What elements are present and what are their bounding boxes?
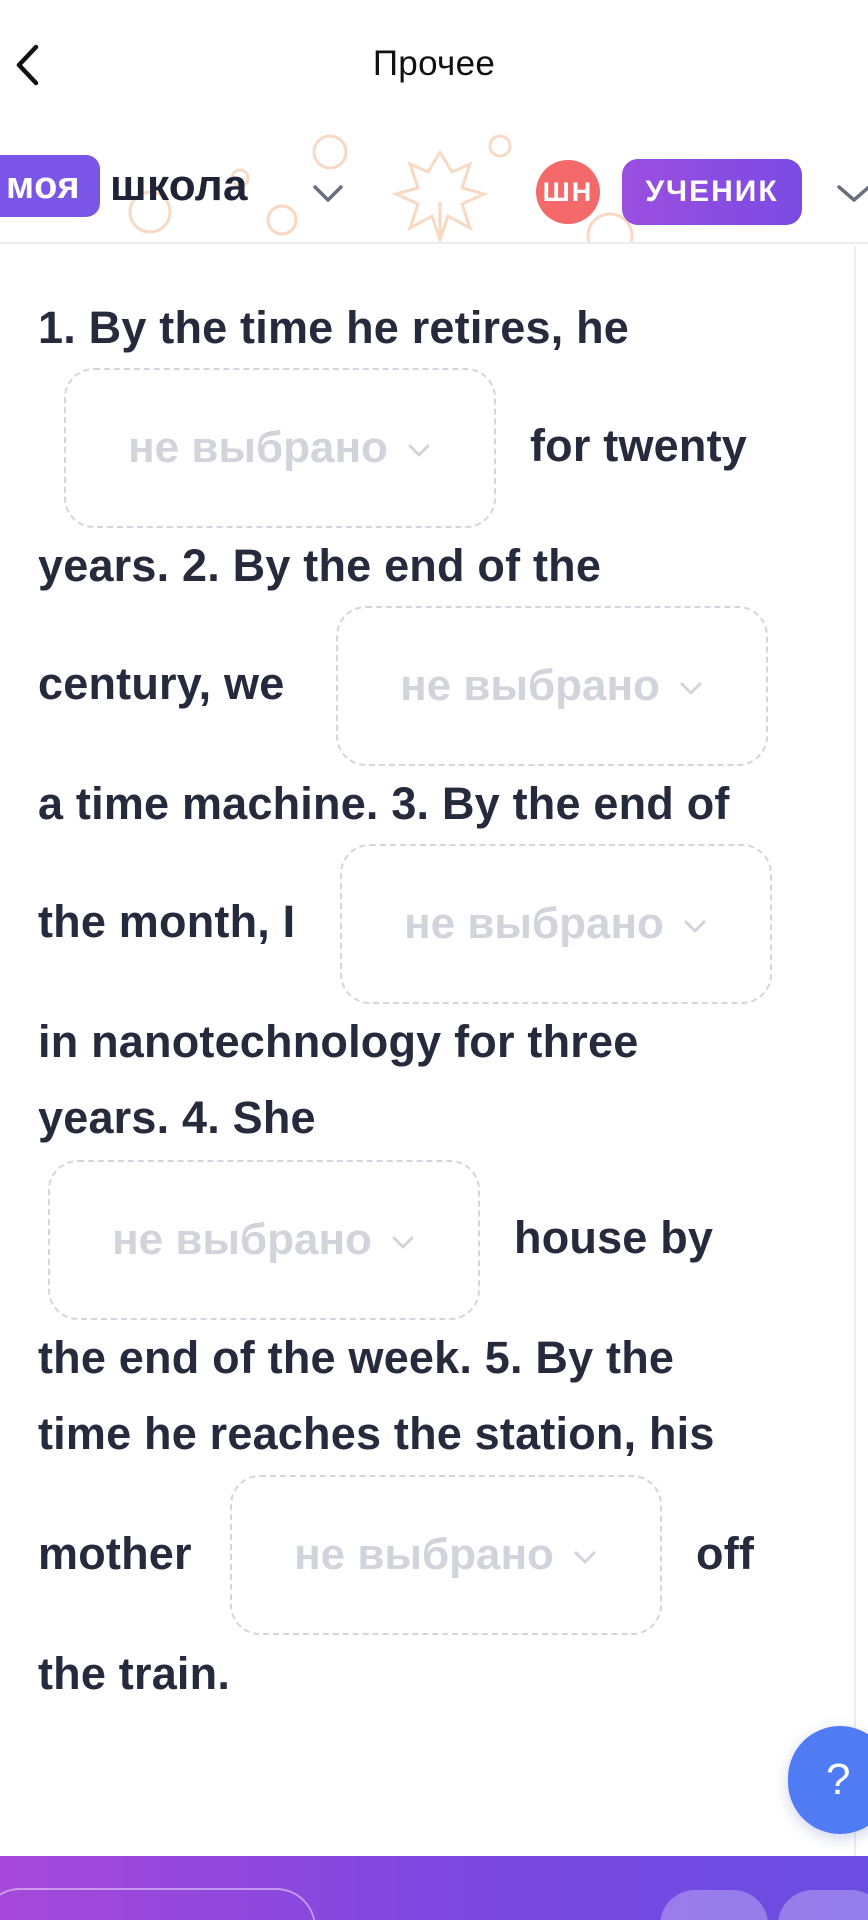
exercise-text: the month, I — [38, 896, 296, 947]
exercise-text: mother — [38, 1528, 192, 1579]
answer-dropdown-3[interactable]: не выбрано — [340, 844, 772, 1004]
brand-word: школа — [110, 161, 248, 210]
bottom-button[interactable] — [778, 1890, 868, 1920]
dropdown-value: не выбрано — [294, 1530, 554, 1579]
dropdown-value: не выбрано — [112, 1215, 372, 1264]
exercise-text: in nanotechnology for three — [38, 1016, 639, 1067]
bottom-bar — [0, 1856, 868, 1920]
bottom-button[interactable] — [0, 1888, 316, 1920]
chevron-down-icon — [408, 444, 430, 457]
school-header: моя школа ШН УЧЕНИК — [0, 132, 868, 244]
avatar[interactable]: ШН — [536, 160, 600, 224]
chevron-down-icon — [680, 682, 702, 695]
dropdown-value: не выбрано — [404, 899, 664, 948]
exercise-text: the end of the week. 5. By the — [38, 1332, 675, 1383]
top-nav: Прочее — [0, 0, 868, 132]
exercise-text: 1. By the time he retires, he — [38, 302, 630, 353]
exercise-text: time he reaches the station, his — [38, 1408, 715, 1459]
bottom-button[interactable] — [660, 1890, 768, 1920]
dropdown-value: не выбрано — [400, 661, 660, 710]
exercise-text: century, we — [38, 658, 285, 709]
exercise-text: a time machine. 3. By the end of — [38, 778, 730, 829]
chevron-down-icon[interactable] — [310, 178, 346, 208]
chevron-down-icon — [392, 1236, 414, 1249]
exercise-text: years. 4. She — [38, 1092, 316, 1143]
chevron-down-icon — [574, 1551, 596, 1564]
page-title: Прочее — [372, 44, 496, 83]
chevron-down-icon — [684, 920, 706, 933]
answer-dropdown-1[interactable]: не выбрано — [64, 368, 496, 528]
help-icon: ? — [826, 1755, 851, 1804]
brand-logo[interactable]: моя школа — [0, 155, 248, 217]
answer-dropdown-4[interactable]: не выбрано — [48, 1160, 480, 1320]
dropdown-value: не выбрано — [128, 423, 388, 472]
exercise-text: house by — [514, 1212, 714, 1263]
role-badge[interactable]: УЧЕНИК — [622, 159, 802, 225]
exercise-text: off — [696, 1528, 755, 1579]
brand-tag: моя — [0, 155, 100, 217]
exercise-text: for twenty — [530, 420, 748, 471]
answer-dropdown-5[interactable]: не выбрано — [230, 1475, 662, 1635]
exercise-content: 1. By the time he retires, he не выбрано… — [0, 246, 856, 1856]
exercise-text: the train. — [38, 1648, 231, 1699]
exercise-text: years. 2. By the end of the — [38, 540, 602, 591]
chevron-down-icon[interactable] — [834, 178, 868, 208]
answer-dropdown-2[interactable]: не выбрано — [336, 606, 768, 766]
